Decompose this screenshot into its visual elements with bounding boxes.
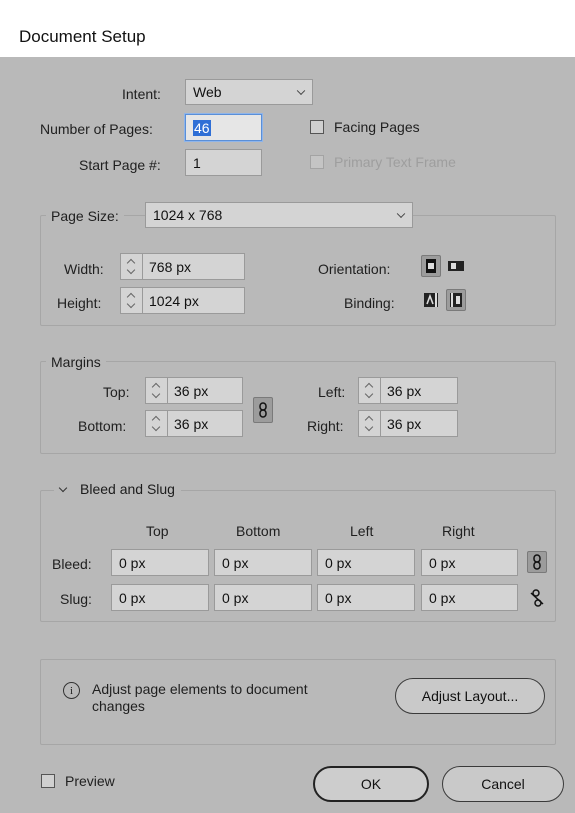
stepper-icon[interactable]	[146, 378, 168, 403]
margin-top-label: Top:	[103, 384, 130, 400]
bleed-slug-header[interactable]: Bleed and Slug	[54, 481, 181, 497]
width-label: Width:	[64, 261, 104, 277]
width-input[interactable]: 768 px	[120, 253, 245, 280]
slug-left-value: 0 px	[325, 589, 352, 606]
height-label: Height:	[57, 295, 102, 311]
chain-link-icon[interactable]	[253, 397, 273, 423]
bleed-right-value: 0 px	[429, 554, 456, 571]
column-header-left: Left	[350, 523, 374, 539]
height-value: 1024 px	[149, 292, 199, 309]
landscape-icon[interactable]	[446, 255, 466, 277]
ok-button[interactable]: OK	[313, 766, 429, 802]
stepper-icon[interactable]	[146, 411, 168, 436]
margin-right-label: Right:	[307, 418, 344, 434]
info-icon: i	[63, 682, 80, 699]
margin-right-value: 36 px	[387, 415, 422, 432]
bleed-label: Bleed:	[52, 556, 92, 572]
bleed-right-input[interactable]: 0 px	[421, 549, 518, 576]
dialog-title: Document Setup	[19, 27, 146, 46]
primary-text-frame-label: Primary Text Frame	[334, 154, 456, 170]
margins-group	[40, 361, 556, 454]
bleed-bottom-input[interactable]: 0 px	[214, 549, 312, 576]
start-page-input[interactable]: 1	[185, 149, 262, 176]
number-of-pages-input[interactable]: 46	[185, 114, 262, 141]
height-input[interactable]: 1024 px	[120, 287, 245, 314]
bleed-top-value: 0 px	[119, 554, 146, 571]
orientation-label: Orientation:	[318, 261, 391, 277]
chain-link-icon[interactable]	[527, 551, 547, 573]
slug-bottom-input[interactable]: 0 px	[214, 584, 312, 611]
preview-label: Preview	[65, 773, 115, 789]
margin-top-value: 36 px	[174, 382, 209, 399]
margin-bottom-input[interactable]: 36 px	[145, 410, 243, 437]
info-glyph: i	[69, 684, 74, 697]
preview-checkbox[interactable]	[41, 774, 55, 788]
bleed-left-input[interactable]: 0 px	[317, 549, 415, 576]
chevron-down-icon	[296, 86, 306, 96]
margin-left-label: Left:	[318, 384, 346, 400]
left-to-right-binding-icon[interactable]	[421, 289, 441, 311]
slug-right-input[interactable]: 0 px	[421, 584, 518, 611]
stepper-icon[interactable]	[121, 288, 143, 313]
slug-right-value: 0 px	[429, 589, 456, 606]
stepper-icon[interactable]	[121, 254, 143, 279]
adjust-message-line1: Adjust page elements to document	[92, 681, 308, 697]
page-size-value: 1024 x 768	[153, 207, 223, 223]
facing-pages-checkbox[interactable]	[310, 120, 324, 134]
bleed-top-input[interactable]: 0 px	[111, 549, 209, 576]
bleed-bottom-value: 0 px	[222, 554, 249, 571]
width-value: 768 px	[149, 258, 192, 275]
intent-value: Web	[193, 84, 222, 100]
column-header-right: Right	[442, 523, 475, 539]
binding-label: Binding:	[344, 295, 395, 311]
slug-left-input[interactable]: 0 px	[317, 584, 415, 611]
adjust-message-line2: changes	[92, 698, 145, 714]
slug-top-value: 0 px	[119, 589, 146, 606]
chevron-down-icon	[58, 483, 68, 492]
bleed-slug-legend: Bleed and Slug	[80, 481, 175, 497]
column-header-bottom: Bottom	[236, 523, 281, 539]
number-of-pages-label: Number of Pages:	[40, 121, 153, 137]
margin-left-value: 36 px	[387, 382, 422, 399]
margins-legend: Margins	[46, 354, 106, 370]
title-bar: Document Setup	[0, 0, 575, 57]
adjust-layout-button[interactable]: Adjust Layout...	[395, 678, 545, 714]
right-to-left-binding-icon[interactable]	[446, 289, 466, 311]
page-size-select[interactable]: 1024 x 768	[145, 202, 413, 228]
slug-bottom-value: 0 px	[222, 589, 249, 606]
stepper-icon[interactable]	[359, 411, 381, 436]
start-page-value: 1	[193, 154, 201, 171]
column-header-top: Top	[146, 523, 169, 539]
margin-top-input[interactable]: 36 px	[145, 377, 243, 404]
bleed-left-value: 0 px	[325, 554, 352, 571]
margin-right-input[interactable]: 36 px	[358, 410, 458, 437]
cancel-button[interactable]: Cancel	[442, 766, 564, 802]
stepper-icon[interactable]	[359, 378, 381, 403]
margin-bottom-label: Bottom:	[78, 418, 127, 434]
start-page-label: Start Page #:	[79, 157, 161, 173]
number-of-pages-value: 46	[193, 119, 211, 136]
broken-chain-link-icon[interactable]	[527, 587, 547, 609]
primary-text-frame-checkbox[interactable]	[310, 155, 324, 169]
chevron-down-icon	[396, 209, 406, 219]
slug-label: Slug:	[60, 591, 92, 607]
page-size-group	[40, 215, 556, 326]
portrait-icon[interactable]	[421, 255, 441, 277]
margin-left-input[interactable]: 36 px	[358, 377, 458, 404]
page-size-label: Page Size:	[46, 208, 124, 224]
slug-top-input[interactable]: 0 px	[111, 584, 209, 611]
intent-label: Intent:	[122, 86, 161, 102]
margin-bottom-value: 36 px	[174, 415, 209, 432]
intent-select[interactable]: Web	[185, 79, 313, 105]
facing-pages-label: Facing Pages	[334, 119, 420, 135]
